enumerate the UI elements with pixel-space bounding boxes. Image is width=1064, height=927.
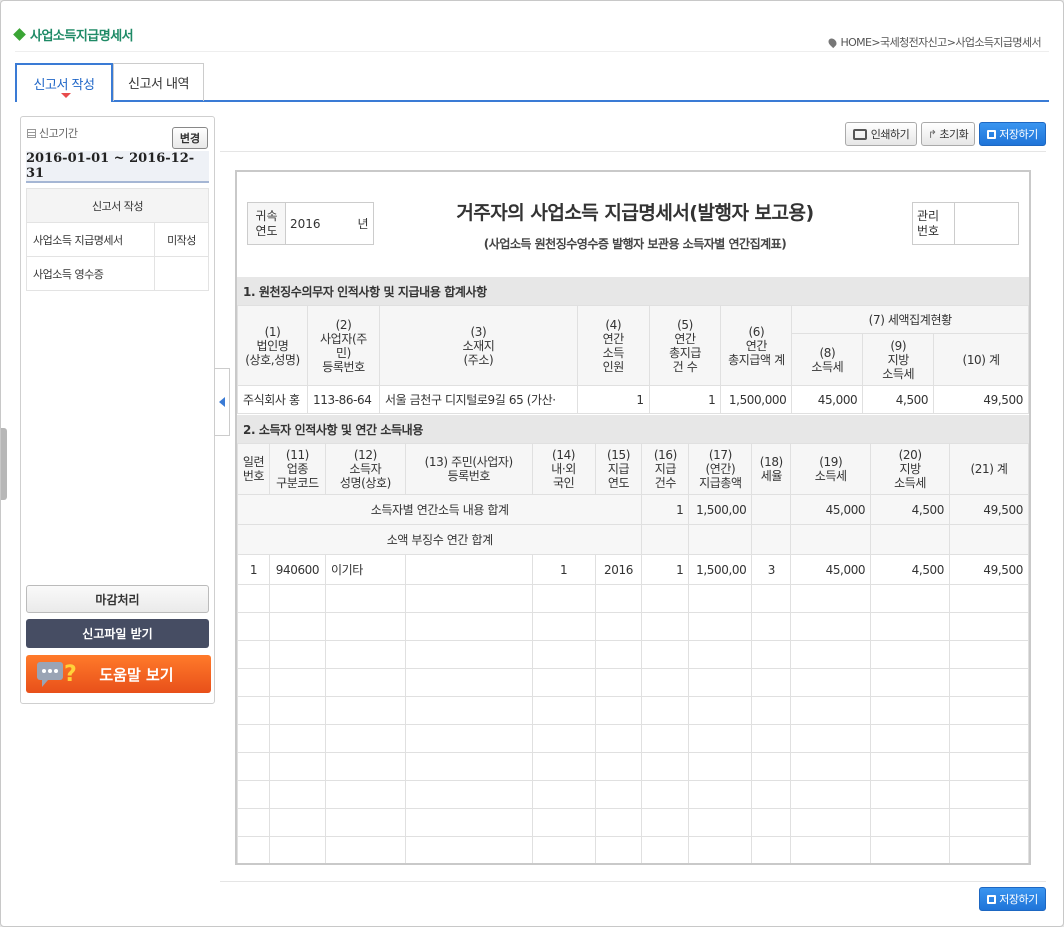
tab-report-history[interactable]: 신고서 내역 (113, 63, 204, 101)
page-title: 사업소득지급명세서 (13, 25, 134, 44)
breadcrumb-efiling[interactable]: 국세청전자신고 (880, 34, 947, 50)
cell-income-tax: 45,000 (791, 385, 864, 414)
list-item[interactable]: 사업소득 지급명세서 미작성 (26, 222, 209, 257)
section1-table: (1) 법인명 (상호,성명) (2) 사업자(주 민) 등록번호 (3) 소재… (237, 305, 1029, 414)
refresh-icon: ↱ (927, 127, 937, 141)
report-item-name[interactable]: 사업소득 영수증 (26, 256, 155, 291)
col-income-tax: (19) 소득세 (790, 443, 872, 495)
location-pin-icon (827, 36, 839, 48)
save-button-bottom[interactable]: 저장하기 (979, 887, 1046, 911)
breadcrumb: HOME > 국세청전자신고 > 사업소득지급명세서 (827, 34, 1042, 50)
collapse-sidebar-button[interactable] (214, 368, 230, 436)
cell-address[interactable]: 서울 금천구 디지털로9길 65 (가산· (378, 385, 578, 414)
table-row: 주식회사 홍 113-86-64 서울 금천구 디지털로9길 65 (가산· 1… (237, 385, 1029, 414)
divider (220, 151, 1046, 152)
report-item-status: 미작성 (154, 222, 209, 257)
management-number-box: 관리 번호 (912, 202, 1019, 245)
summary-row: 소득자별 연간소득 내용 합계 1 1,500,00 45,000 4,500 … (237, 494, 1029, 525)
col-local-tax: (20) 지방 소득세 (870, 443, 951, 495)
table-row[interactable]: 1 940600 이기타 1 2016 1 1,500,00 3 45,000 … (237, 554, 1029, 585)
col-company-name: (1) 법인명 (상호,성명) (237, 305, 308, 386)
report-list: 신고서 작성 사업소득 지급명세서 미작성 사업소득 영수증 (26, 188, 209, 291)
mgmt-label: 관리 번호 (912, 202, 955, 245)
download-file-button[interactable]: 신고파일 받기 (26, 619, 209, 648)
col-annual-cases: (5) 연간 총지급 건 수 (648, 305, 722, 386)
cell-regno[interactable]: 113-86-64 (306, 385, 380, 414)
col-tax-rate: (18) 세율 (751, 443, 792, 495)
empty-row (237, 696, 1029, 725)
empty-row (237, 640, 1029, 669)
col-address: (3) 소재지 (주소) (378, 305, 578, 386)
empty-row (237, 724, 1029, 753)
list-icon (27, 128, 36, 138)
empty-row (237, 752, 1029, 781)
col-total: (21) 계 (949, 443, 1029, 495)
cell-persons: 1 (576, 385, 650, 414)
col-pay-cases: (16) 지급 건수 (641, 443, 690, 495)
floppy-icon (987, 894, 997, 904)
summary-label: 소득자별 연간소득 내용 합계 (237, 494, 643, 525)
breadcrumb-current: 사업소득지급명세서 (955, 36, 1041, 49)
col-industry-code: (11) 업종 구분코드 (268, 443, 326, 495)
cell-sum: 49,500 (933, 385, 1029, 414)
small-amount-label: 소액 부징수 연간 합계 (237, 524, 643, 555)
small-amount-row: 소액 부징수 연간 합계 (237, 524, 1029, 555)
col-tax-total: (10) 계 (933, 333, 1029, 386)
col-income-tax: (8) 소득세 (791, 333, 864, 386)
col-annual-total: (6) 연간 총지급액 계 (720, 305, 793, 386)
cell-total: 1,500,000 (720, 385, 793, 414)
empty-row (237, 612, 1029, 641)
mgmt-value[interactable] (954, 202, 1019, 245)
col-reg-number: (2) 사업자(주 민) 등록번호 (306, 305, 380, 386)
col-tax-summary: (7) 세액집계현황 (791, 305, 1029, 334)
section2-table: 일련 번호 (11) 업종 구분코드 (12) 소득자 성명(상호) (13) … (237, 443, 1029, 863)
col-resident-number: (13) 주민(사업자) 등록번호 (404, 443, 533, 495)
sidebar: 신고기간 변경 2016-01-01 ~ 2016-12-31 신고서 작성 사… (20, 116, 215, 704)
col-seq: 일련 번호 (237, 443, 270, 495)
divider (220, 881, 1046, 882)
col-pay-year: (15) 지급 연도 (594, 443, 643, 495)
save-button-top[interactable]: 저장하기 (979, 122, 1046, 146)
tab-write-report[interactable]: 신고서 작성 (15, 63, 113, 102)
empty-row (237, 808, 1029, 837)
speech-bubble-question-icon: ? (37, 662, 76, 687)
cell-company[interactable]: 주식회사 홍 (237, 385, 308, 414)
app-frame: 사업소득지급명세서 HOME > 국세청전자신고 > 사업소득지급명세서 신고서… (0, 0, 1064, 927)
col-earner-name: (12) 소득자 성명(상호) (324, 443, 406, 495)
empty-row (237, 584, 1029, 613)
change-period-button[interactable]: 변경 (172, 127, 208, 149)
breadcrumb-home[interactable]: HOME (840, 36, 872, 49)
svg-text:?: ? (64, 662, 76, 687)
col-pay-total: (17) (연간) 지급총액 (688, 443, 753, 495)
report-item-status (154, 256, 209, 291)
divider (15, 51, 1049, 52)
report-document: 귀속 연도 2016 년 거주자의 사업소득 지급명세서(발행자 보고용) (사… (235, 170, 1031, 865)
side-handle[interactable] (1, 428, 7, 500)
report-list-header: 신고서 작성 (26, 188, 209, 223)
printer-icon (852, 128, 867, 140)
section2-title: 2. 소득자 인적사항 및 연간 소득내용 (237, 415, 1029, 443)
empty-row (237, 780, 1029, 809)
help-button[interactable]: ? 도움말 보기 (26, 655, 211, 693)
arrow-left-icon (219, 397, 225, 407)
cell-cases: 1 (648, 385, 722, 414)
period-value: 2016-01-01 ~ 2016-12-31 (26, 151, 209, 183)
close-filing-button[interactable]: 마감처리 (26, 585, 209, 613)
report-item-name[interactable]: 사업소득 지급명세서 (26, 222, 155, 257)
empty-row (237, 836, 1029, 863)
col-local-tax: (9) 지방 소득세 (862, 333, 935, 386)
section1-title: 1. 원천징수의무자 인적사항 및 지급내용 합계사항 (237, 277, 1029, 305)
col-domestic-foreign: (14) 내·외 국인 (531, 443, 596, 495)
reset-button[interactable]: ↱ 초기화 (921, 122, 975, 146)
col-annual-persons: (4) 연간 소득 인원 (576, 305, 650, 386)
diamond-icon (13, 28, 26, 41)
period-heading: 신고기간 (27, 125, 78, 141)
print-button[interactable]: 인쇄하기 (845, 122, 917, 146)
list-item[interactable]: 사업소득 영수증 (26, 256, 209, 291)
empty-row (237, 668, 1029, 697)
floppy-icon (987, 129, 997, 139)
tab-bar: 신고서 작성 신고서 내역 (15, 63, 1049, 102)
cell-local-tax: 4,500 (862, 385, 935, 414)
